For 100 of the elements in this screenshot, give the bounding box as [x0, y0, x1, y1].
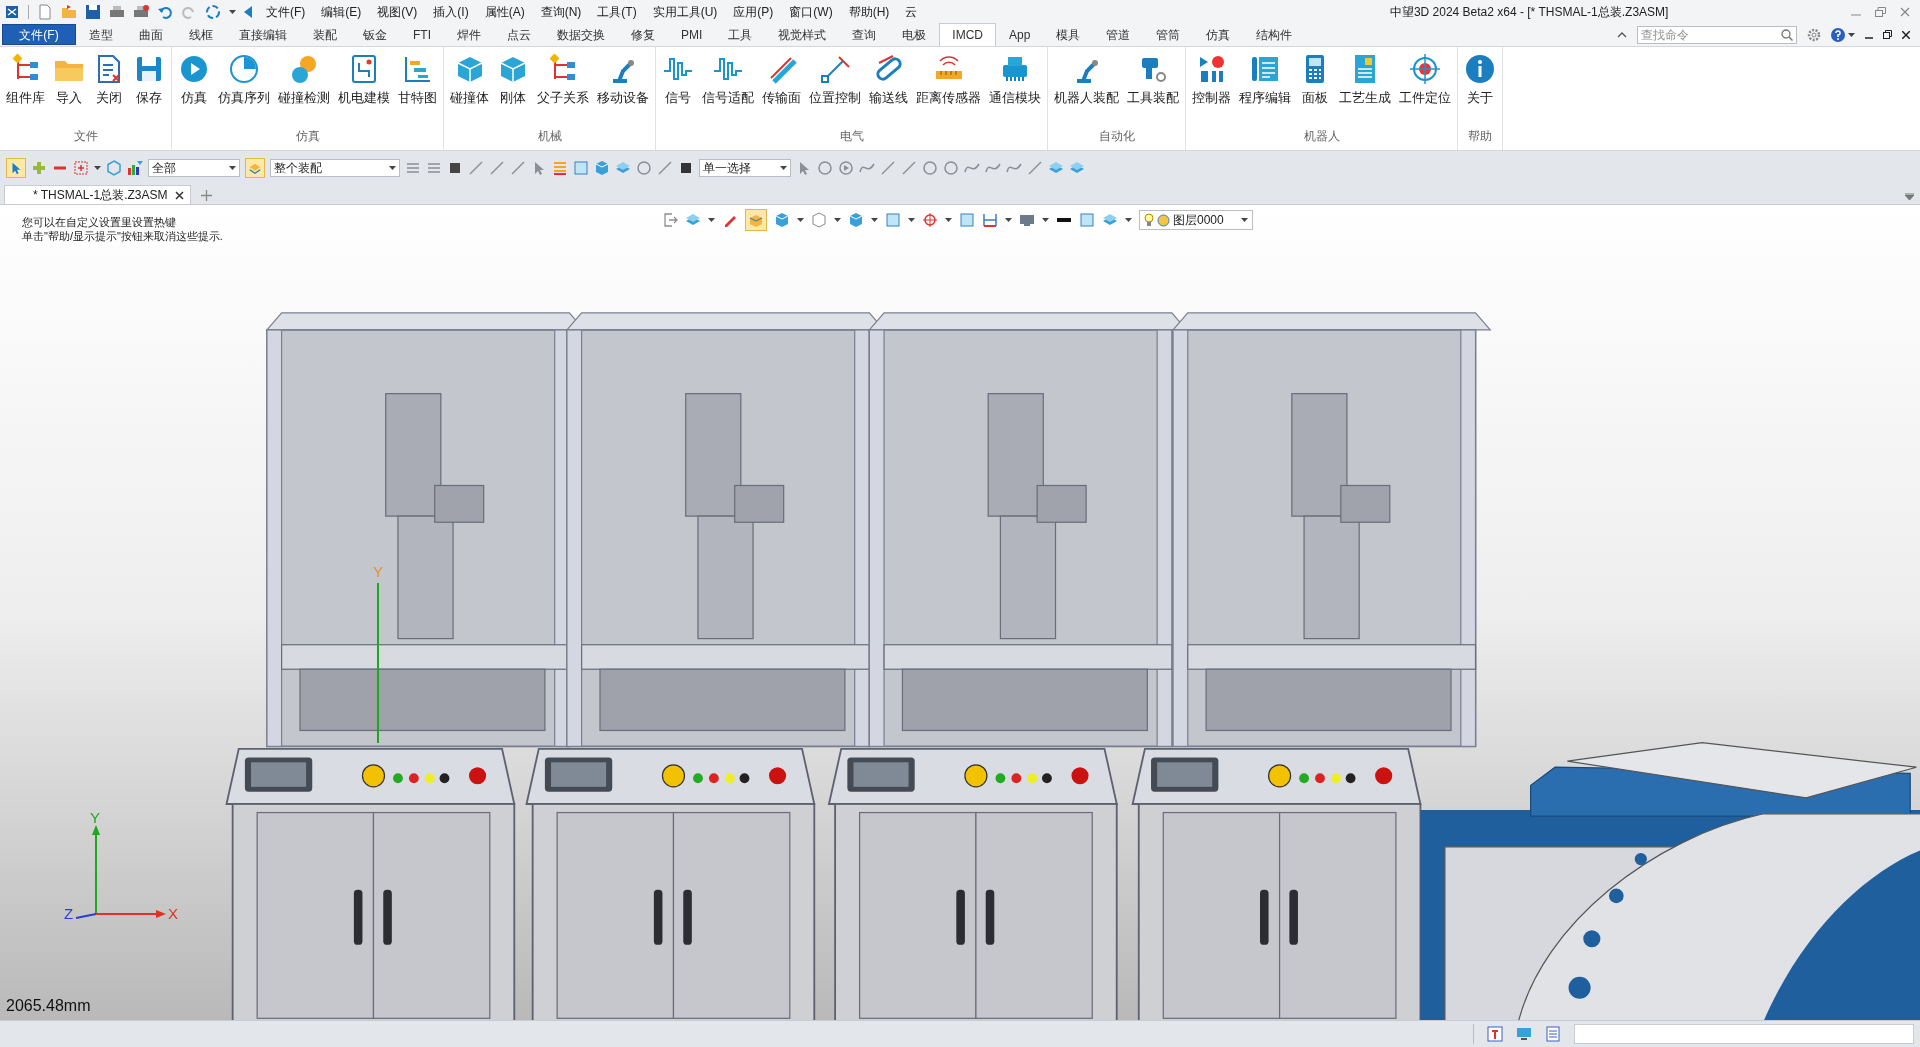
crosshair-icon[interactable]: [922, 212, 938, 228]
machine-assembly-drawing[interactable]: [225, 312, 1920, 1020]
ribbon-button-label[interactable]: 父子关系: [537, 89, 589, 108]
ribbon-button-label[interactable]: 信号适配: [702, 89, 754, 108]
play-icon[interactable]: [838, 160, 854, 176]
info-icon[interactable]: [1464, 53, 1496, 85]
ribbon-tab[interactable]: 钣金: [350, 24, 400, 46]
line-icon[interactable]: [1027, 160, 1043, 176]
layer-dropdown[interactable]: 图层0000: [1139, 210, 1253, 230]
ribbon-button-label[interactable]: 组件库: [6, 89, 45, 108]
line-icon[interactable]: [901, 160, 917, 176]
ribbon-tab[interactable]: 视觉样式: [765, 24, 840, 46]
ribbon-tab[interactable]: 电极: [889, 24, 940, 46]
line-icon[interactable]: [657, 160, 673, 176]
selection-mode-dropdown[interactable]: 单一选择: [699, 159, 791, 177]
exit-icon[interactable]: [662, 212, 678, 228]
menu-item[interactable]: 编辑(E): [321, 3, 362, 21]
menu-item[interactable]: 查询(N): [540, 3, 582, 21]
ribbon-tab[interactable]: App: [996, 24, 1044, 46]
ribbon-button-label[interactable]: 碰撞检测: [278, 89, 330, 108]
ribbon-button-label[interactable]: 面板: [1302, 89, 1328, 108]
list-icon[interactable]: [552, 160, 568, 176]
clock-icon[interactable]: [228, 53, 260, 85]
document-tab[interactable]: * THSMAL-1总装.Z3ASM: [4, 185, 192, 204]
line-icon[interactable]: [880, 160, 896, 176]
filter-dropdown[interactable]: 全部: [148, 159, 240, 177]
menu-item[interactable]: 文件(F): [266, 3, 306, 21]
circle-icon[interactable]: [922, 160, 938, 176]
printer-icon[interactable]: [109, 4, 125, 20]
save-icon[interactable]: [85, 4, 101, 20]
ribbon-tab[interactable]: 管筒: [1143, 24, 1194, 46]
ribbon-button-label[interactable]: 机器人装配: [1054, 89, 1119, 108]
box-icon[interactable]: [885, 212, 901, 228]
ribbon-tab[interactable]: 结构件: [1243, 24, 1306, 46]
new-file-icon[interactable]: [37, 4, 53, 20]
ribbon-button-label[interactable]: 导入: [56, 89, 82, 108]
ribbon-button-label[interactable]: 距离传感器: [916, 89, 981, 108]
ribbon-tab[interactable]: 造型: [76, 24, 126, 46]
assembly-button[interactable]: [245, 158, 265, 178]
layers-icon[interactable]: [1069, 160, 1085, 176]
ribbon-button-label[interactable]: 机电建模: [338, 89, 390, 108]
ribbon-button-label[interactable]: 甘特图: [398, 89, 437, 108]
ribbon-tab[interactable]: 管道: [1093, 24, 1144, 46]
add-tab-icon[interactable]: [201, 190, 213, 201]
restore-icon[interactable]: [1883, 30, 1892, 39]
dropdown-icon[interactable]: [1905, 193, 1914, 200]
caret-icon[interactable]: [797, 218, 804, 222]
ribbon-button-label[interactable]: 工具装配: [1127, 89, 1179, 108]
circle-icon[interactable]: [817, 160, 833, 176]
ribbon-button-label[interactable]: 控制器: [1192, 89, 1231, 108]
monitor-icon[interactable]: [1516, 1026, 1532, 1042]
close-icon[interactable]: [1902, 30, 1910, 39]
ribbon-tab[interactable]: 数据交换: [544, 24, 618, 46]
caret-icon[interactable]: [780, 166, 787, 170]
ribbon-tab[interactable]: IMCD: [939, 23, 996, 46]
target-icon[interactable]: [1409, 53, 1441, 85]
ribbon-button-label[interactable]: 程序编辑: [1239, 89, 1291, 108]
cube-icon[interactable]: [774, 212, 790, 228]
caret-icon[interactable]: [1042, 218, 1049, 222]
layers-icon[interactable]: [1102, 212, 1118, 228]
ribbon-tab[interactable]: 查询: [839, 24, 890, 46]
open-folder-icon[interactable]: [61, 4, 77, 20]
status-field[interactable]: [1574, 1024, 1914, 1044]
caret-icon[interactable]: [908, 218, 915, 222]
caret-icon[interactable]: [1241, 218, 1248, 222]
menu-item[interactable]: 应用(P): [733, 3, 774, 21]
ribbon-button-label[interactable]: 工件定位: [1399, 89, 1451, 108]
ribbon-button-label[interactable]: 关于: [1467, 89, 1493, 108]
menu-item[interactable]: 云: [905, 3, 918, 21]
caret-icon[interactable]: [945, 218, 952, 222]
caret-icon[interactable]: [229, 10, 236, 14]
square-icon[interactable]: [447, 160, 463, 176]
filter-icon[interactable]: [127, 160, 143, 176]
play-icon[interactable]: [178, 53, 210, 85]
layers-icon[interactable]: [685, 212, 701, 228]
cube-icon[interactable]: [848, 212, 864, 228]
select-tool-button[interactable]: [6, 158, 26, 178]
ribbon-tab[interactable]: 曲面: [126, 24, 176, 46]
menu-item[interactable]: 属性(A): [484, 3, 525, 21]
scope-dropdown[interactable]: 整个装配: [270, 159, 400, 177]
ribbon-tab[interactable]: 修复: [618, 24, 668, 46]
tool-window-icon[interactable]: [1487, 1026, 1503, 1042]
dimension-icon[interactable]: [982, 212, 998, 228]
ribbon-button-label[interactable]: 移动设备: [597, 89, 649, 108]
ribbon-button-label[interactable]: 工艺生成: [1339, 89, 1391, 108]
ribbon-button-label[interactable]: 传输面: [762, 89, 801, 108]
caret-icon[interactable]: [94, 166, 101, 170]
caret-icon[interactable]: [834, 218, 841, 222]
search-field[interactable]: 查找命令: [1637, 25, 1797, 44]
menu-item[interactable]: 窗口(W): [789, 3, 833, 21]
refresh-icon[interactable]: [205, 4, 221, 20]
ribbon-button-label[interactable]: 仿真序列: [218, 89, 270, 108]
caret-icon[interactable]: [229, 166, 236, 170]
stop-icon[interactable]: [678, 160, 694, 176]
list-icon[interactable]: [426, 160, 442, 176]
caret-icon[interactable]: [871, 218, 878, 222]
add-box-icon[interactable]: [73, 160, 89, 176]
printer-icon[interactable]: [133, 4, 149, 20]
ribbon-button-label[interactable]: 碰撞体: [450, 89, 489, 108]
document-icon[interactable]: [1545, 1026, 1561, 1042]
